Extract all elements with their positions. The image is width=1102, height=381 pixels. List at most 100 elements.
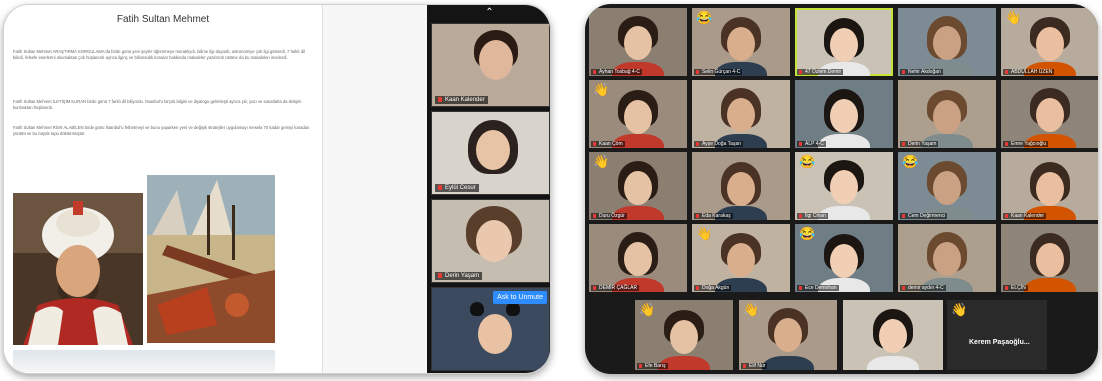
gallery-participant-tile[interactable]: 👋 Kaan Çöm [589,80,687,148]
participant-face [727,27,755,61]
gallery-participant-tile[interactable]: 👋 Duru Özgür [589,152,687,220]
participant-name-text: Kerem Paşaoğlu... [969,339,1030,346]
participant-face [624,100,652,134]
wave-reaction-icon: 👋 [696,226,713,241]
gallery-participant-tile[interactable]: 👋 ABDULLAH ÜZEN [1001,8,1098,76]
participant-name-text: Cem Değirmenci [908,213,946,219]
participant-name-text: İlgi Cihan [805,213,826,219]
participant-face [1036,172,1064,206]
gallery-participant-tile[interactable]: 😂 Selin Gürçan 4-C [692,8,790,76]
gallery-participant-tile[interactable] [843,300,943,370]
participant-name-text: Ayşe Doğa Taşan [702,141,742,147]
gallery-participant-tile[interactable]: Kaan Kalender [1001,152,1098,220]
participant-name: ABDULLAH ÜZEN [1003,69,1055,75]
participant-name-text: Nehir Akdoğan [908,69,941,75]
gallery-participant-tile[interactable]: demir aydın 4-C [898,224,996,292]
wave-reaction-icon: 👋 [1005,10,1022,25]
participant-name-text: Selin Gürçan 4-C [702,69,741,75]
participant-face [830,170,858,204]
participant-name: Efe Barış [637,363,668,369]
participant-face [879,319,907,353]
participant-body [867,356,919,370]
participant-name: ALP 4-C [797,141,826,147]
participant-name-text: 47 Özlem Demir [805,69,842,75]
mic-muted-icon [593,213,596,218]
wave-reaction-icon: 👋 [639,302,656,317]
gallery-participant-tile[interactable]: Ayşe Doğa Taşan [692,80,790,148]
participant-name: Elif Nur [741,363,768,369]
gallery-participant-tile[interactable]: 👋 Doğa Akgün [692,224,790,292]
participant-name-text: Kaan Çöm [599,141,623,147]
participant-name: ELÇİN [1003,285,1028,291]
participant-body [1024,278,1076,292]
participant-face [727,98,755,132]
mic-muted-icon [1005,69,1008,74]
participant-name: Eylül Cesur [435,183,479,192]
participant-body [762,356,814,370]
mic-muted-icon [438,184,442,190]
mic-muted-icon [639,363,642,368]
gallery-participant-tile[interactable]: Eda Karakaş [692,152,790,220]
participant-face [933,26,961,60]
ask-to-unmute-button[interactable]: Ask to Unmute [493,291,547,304]
participant-name: Eda Karakaş [694,213,733,219]
mic-muted-icon [1005,285,1008,290]
participant-name: demir aydın 4-C [900,285,946,291]
participant-name-text: Ayhan Tosbağ 4-C [599,69,640,75]
gallery-participant-tile[interactable]: Ayhan Tosbağ 4-C [589,8,687,76]
participant-name-text: Elif Nur [749,363,766,369]
participant-name-text: demir aydın 4-C [908,285,944,291]
laugh-reaction-icon: 😂 [799,226,816,241]
gallery-participant-tile[interactable]: Derin Yaşam [898,80,996,148]
laugh-reaction-icon: 😂 [799,154,816,169]
participant-tile[interactable]: Eylül Cesur [431,111,550,195]
participant-name: Selin Gürçan 4-C [694,69,743,75]
participant-face [624,171,652,205]
gallery-participant-tile[interactable]: 😂 Cem Değirmenci [898,152,996,220]
participant-tile[interactable]: Kaan Kalender [431,23,550,107]
wave-reaction-icon: 👋 [593,82,610,97]
participant-name-text: DEMİR ÇAĞLAR [599,285,638,291]
chevron-up-icon[interactable]: ⌃ [427,5,550,23]
mic-muted-icon [696,69,699,74]
gallery-participant-tile[interactable]: Emre Yağcıoğlu [1001,80,1098,148]
participant-name: Nehir Akdoğan [900,69,943,75]
document-title: Fatih Sultan Mehmet [116,14,210,25]
mic-muted-icon [799,69,802,74]
mic-muted-icon [799,141,802,146]
participant-name-text: Eda Karakaş [702,213,731,219]
gallery-participant-tile[interactable]: 47 Özlem Demir [795,8,893,76]
participant-face [624,242,652,276]
participant-name-text: ABDULLAH ÜZEN [1011,69,1053,75]
gallery-participant-tile[interactable]: DEMİR ÇAĞLAR [589,224,687,292]
participant-face [933,100,961,134]
participant-face [624,26,652,60]
participant-tile[interactable]: Derin Yaşam [431,199,550,283]
participant-name: Derin Yaşam [435,271,483,280]
mic-muted-icon [438,96,442,102]
gallery-participant-tile[interactable]: ALP 4-C [795,80,893,148]
gallery-participant-tile[interactable]: 😂 Ece Demirhan [795,224,893,292]
gallery-participant-tile[interactable]: ELÇİN [1001,224,1098,292]
sultan-portrait-image [13,193,143,345]
participant-name-text: Doğa Akgün [702,285,730,291]
gallery-participant-tile[interactable]: 👋 Elif Nur [739,300,837,370]
mic-muted-icon [593,141,596,146]
gallery-participant-tile[interactable]: 👋 Efe Barış [635,300,733,370]
participant-name-text: ELÇİN [1011,285,1026,291]
wave-reaction-icon: 👋 [743,302,760,317]
participant-name-text: Derin Yaşam [908,141,937,147]
participant-name-text: ALP 4-C [805,141,824,147]
mic-muted-icon [1005,141,1008,146]
mic-muted-icon [696,213,699,218]
wave-reaction-icon: 👋 [593,154,610,169]
participant-name: Duru Özgür [591,213,627,219]
gallery-participant-tile[interactable]: Nehir Akdoğan [898,8,996,76]
participant-name: Derin Yaşam [900,141,939,147]
participant-name: Kaan Çöm [591,141,625,147]
mic-muted-icon [593,69,596,74]
active-speaker-tile[interactable]: 👋 Kerem Paşaoğlu... [947,300,1047,370]
gallery-participant-tile[interactable]: 😂 İlgi Cihan [795,152,893,220]
participant-tile[interactable]: Ask to Unmute [431,287,550,371]
shared-screen-panel: Fatih Sultan Mehmet Fatih Sultan Mehmet … [3,4,551,374]
